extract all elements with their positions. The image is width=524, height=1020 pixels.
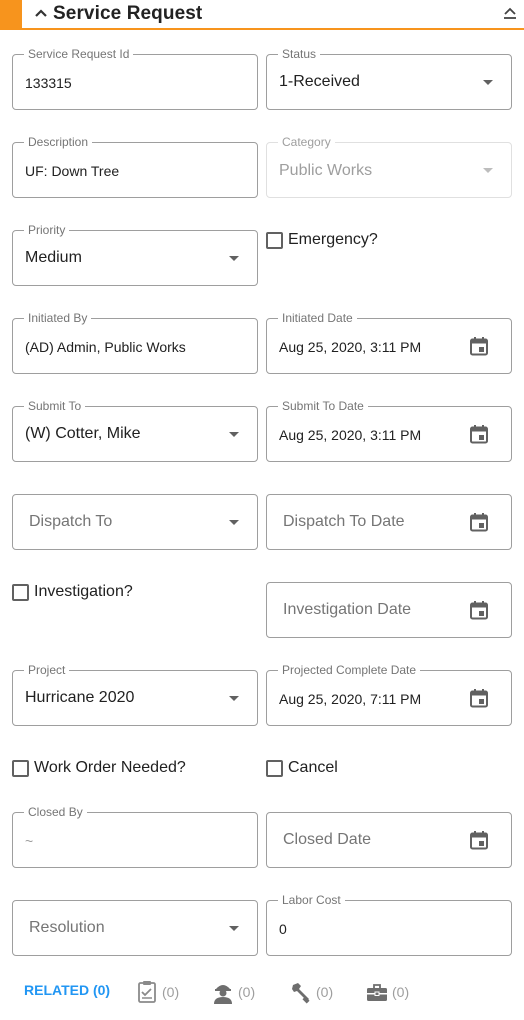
field-placeholder: Closed Date	[283, 831, 372, 848]
clipboard-count: (0)	[162, 984, 180, 1000]
field-label: Initiated By	[24, 311, 92, 325]
dropdown-arrow-icon	[229, 520, 239, 525]
closed-date-field[interactable]: Closed Date	[266, 812, 512, 868]
field-label: Service Request Id	[24, 47, 134, 61]
status-select[interactable]: Status 1-Received	[266, 47, 512, 110]
project-select[interactable]: Project Hurricane 2020	[12, 663, 258, 726]
field-value: Public Works	[279, 162, 373, 179]
collapse-icon[interactable]	[502, 5, 518, 23]
service-request-id-field[interactable]: Service Request Id 133315	[12, 47, 258, 110]
field-label: Projected Complete Date	[278, 663, 421, 677]
checkbox-label: Work Order Needed?	[34, 759, 186, 776]
dropdown-arrow-icon	[483, 168, 493, 173]
field-placeholder: Resolution	[29, 919, 105, 936]
related-link[interactable]: RELATED (0)	[24, 982, 110, 998]
checkbox-label: Emergency?	[288, 231, 378, 248]
field-label: Description	[24, 135, 93, 149]
field-placeholder: Dispatch To Date	[283, 513, 405, 530]
field-value: Hurricane 2020	[25, 689, 135, 706]
category-select: Category Public Works	[266, 135, 512, 198]
initiated-date-field[interactable]: Initiated Date Aug 25, 2020, 3:11 PM	[266, 311, 512, 374]
checkbox-box[interactable]	[12, 759, 29, 777]
field-value: Aug 25, 2020, 3:11 PM	[279, 427, 422, 443]
labor-cost-field[interactable]: Labor Cost 0	[266, 893, 512, 956]
investigation-date-field[interactable]: Investigation Date	[266, 582, 512, 638]
field-value: 133315	[25, 75, 72, 91]
wrench-count: (0)	[316, 984, 334, 1000]
dispatch-to-select[interactable]: Dispatch To	[12, 494, 258, 550]
worker-icon[interactable]	[212, 980, 234, 1004]
field-value: UF: Down Tree	[25, 163, 120, 179]
calendar-icon[interactable]	[469, 336, 489, 356]
header-accent-bar	[0, 0, 22, 28]
description-field[interactable]: Description UF: Down Tree	[12, 135, 258, 198]
field-placeholder: Dispatch To	[29, 513, 113, 530]
calendar-icon[interactable]	[469, 600, 489, 620]
closed-by-field[interactable]: Closed By ~	[12, 805, 258, 868]
calendar-icon[interactable]	[469, 424, 489, 444]
priority-select[interactable]: Priority Medium	[12, 223, 258, 286]
field-label: Priority	[24, 223, 70, 237]
field-value: 0	[279, 921, 287, 937]
field-value: Aug 25, 2020, 3:11 PM	[279, 339, 422, 355]
toolbox-icon[interactable]	[366, 980, 388, 1004]
investigation-checkbox[interactable]: Investigation?	[12, 583, 133, 601]
wrench-icon[interactable]	[290, 980, 312, 1004]
dropdown-arrow-icon	[229, 432, 239, 437]
field-placeholder: Investigation Date	[283, 601, 412, 618]
dropdown-arrow-icon	[483, 80, 493, 85]
calendar-icon[interactable]	[469, 512, 489, 532]
initiated-by-field[interactable]: Initiated By (AD) Admin, Public Works	[12, 311, 258, 374]
field-value: (AD) Admin, Public Works	[25, 339, 186, 355]
toolbox-count: (0)	[392, 984, 410, 1000]
field-value: Medium	[25, 249, 82, 266]
field-label: Category	[278, 135, 335, 149]
submit-to-select[interactable]: Submit To (W) Cotter, Mike	[12, 399, 258, 462]
field-label: Project	[24, 663, 70, 677]
checkbox-label: Cancel	[288, 759, 338, 776]
projected-complete-date-field[interactable]: Projected Complete Date Aug 25, 2020, 7:…	[266, 663, 512, 726]
work-order-needed-checkbox[interactable]: Work Order Needed?	[12, 759, 186, 777]
field-label: Submit To Date	[278, 399, 368, 413]
field-label: Initiated Date	[278, 311, 357, 325]
checkbox-box[interactable]	[266, 759, 283, 777]
field-value: 1-Received	[279, 73, 360, 90]
emergency-checkbox[interactable]: Emergency?	[266, 231, 378, 249]
field-label: Submit To	[24, 399, 86, 413]
field-label: Status	[278, 47, 321, 61]
page-title: Service Request	[53, 3, 203, 24]
calendar-icon[interactable]	[469, 688, 489, 708]
dispatch-to-date-field[interactable]: Dispatch To Date	[266, 494, 512, 550]
dropdown-arrow-icon	[229, 256, 239, 261]
field-label: Closed By	[24, 805, 87, 819]
checkbox-label: Investigation?	[34, 583, 133, 600]
panel-header: Service Request	[0, 0, 524, 30]
field-value: ~	[25, 833, 34, 849]
checkbox-box[interactable]	[12, 583, 29, 601]
field-value: Aug 25, 2020, 7:11 PM	[279, 691, 422, 707]
resolution-select[interactable]: Resolution	[12, 900, 258, 956]
dropdown-arrow-icon	[229, 926, 239, 931]
worker-count: (0)	[238, 984, 256, 1000]
submit-to-date-field[interactable]: Submit To Date Aug 25, 2020, 3:11 PM	[266, 399, 512, 462]
clipboard-check-icon[interactable]	[136, 980, 158, 1004]
field-label: Labor Cost	[278, 893, 345, 907]
related-footer: RELATED (0) (0) (0) (0) (0)	[0, 976, 524, 1008]
calendar-icon[interactable]	[469, 830, 489, 850]
field-value: (W) Cotter, Mike	[25, 425, 141, 442]
chevron-up-icon[interactable]	[34, 6, 48, 20]
dropdown-arrow-icon	[229, 696, 239, 701]
checkbox-box[interactable]	[266, 231, 283, 249]
cancel-checkbox[interactable]: Cancel	[266, 759, 338, 777]
